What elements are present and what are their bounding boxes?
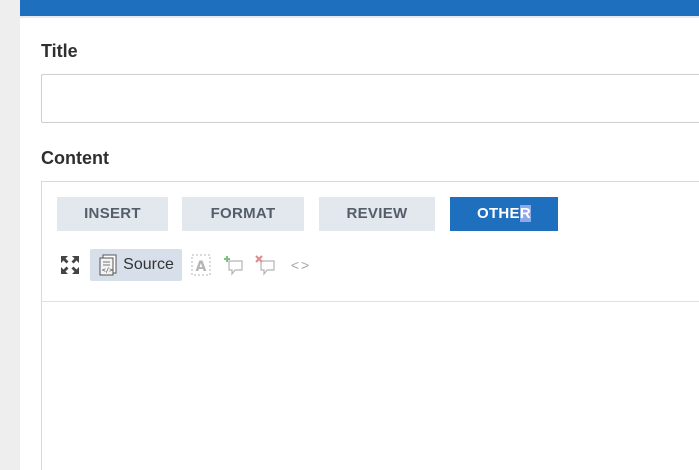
maximize-button[interactable] [57, 249, 83, 281]
svg-text:A: A [196, 259, 207, 275]
editor-body[interactable] [42, 303, 699, 470]
tab-other-label: OTHE [476, 205, 520, 222]
source-button[interactable]: </> Source [90, 249, 182, 281]
code-button[interactable]: <> [287, 249, 315, 281]
editor-toolbar: INSERT FORMAT REVIEW OTHER </> Source A … [42, 182, 699, 302]
add-comment-icon [224, 256, 243, 276]
source-label: Source [123, 256, 174, 273]
add-comment-button[interactable] [220, 249, 248, 281]
tab-insert[interactable]: INSERT [57, 197, 168, 231]
maximize-icon [61, 256, 79, 274]
remove-comment-icon [255, 255, 275, 276]
title-label: Title [41, 41, 78, 61]
svg-text:</>: </> [102, 267, 113, 274]
header-divider [20, 16, 699, 18]
code-icon: <> [290, 257, 312, 273]
top-header-bar [20, 0, 699, 16]
source-document-icon: </> [99, 254, 117, 276]
content-label: Content [41, 148, 109, 168]
anchor-a-icon: A [191, 254, 211, 276]
tab-format[interactable]: FORMAT [182, 197, 304, 231]
title-input[interactable] [41, 74, 699, 123]
tab-review[interactable]: REVIEW [319, 197, 435, 231]
remove-comment-button[interactable] [252, 249, 280, 281]
tab-other-selected-text: R [519, 205, 531, 222]
tab-other[interactable]: OTHER [450, 197, 558, 231]
content-editor: INSERT FORMAT REVIEW OTHER </> Source A … [41, 181, 699, 470]
anchor-button[interactable]: A [188, 249, 214, 281]
left-gutter [0, 0, 20, 470]
